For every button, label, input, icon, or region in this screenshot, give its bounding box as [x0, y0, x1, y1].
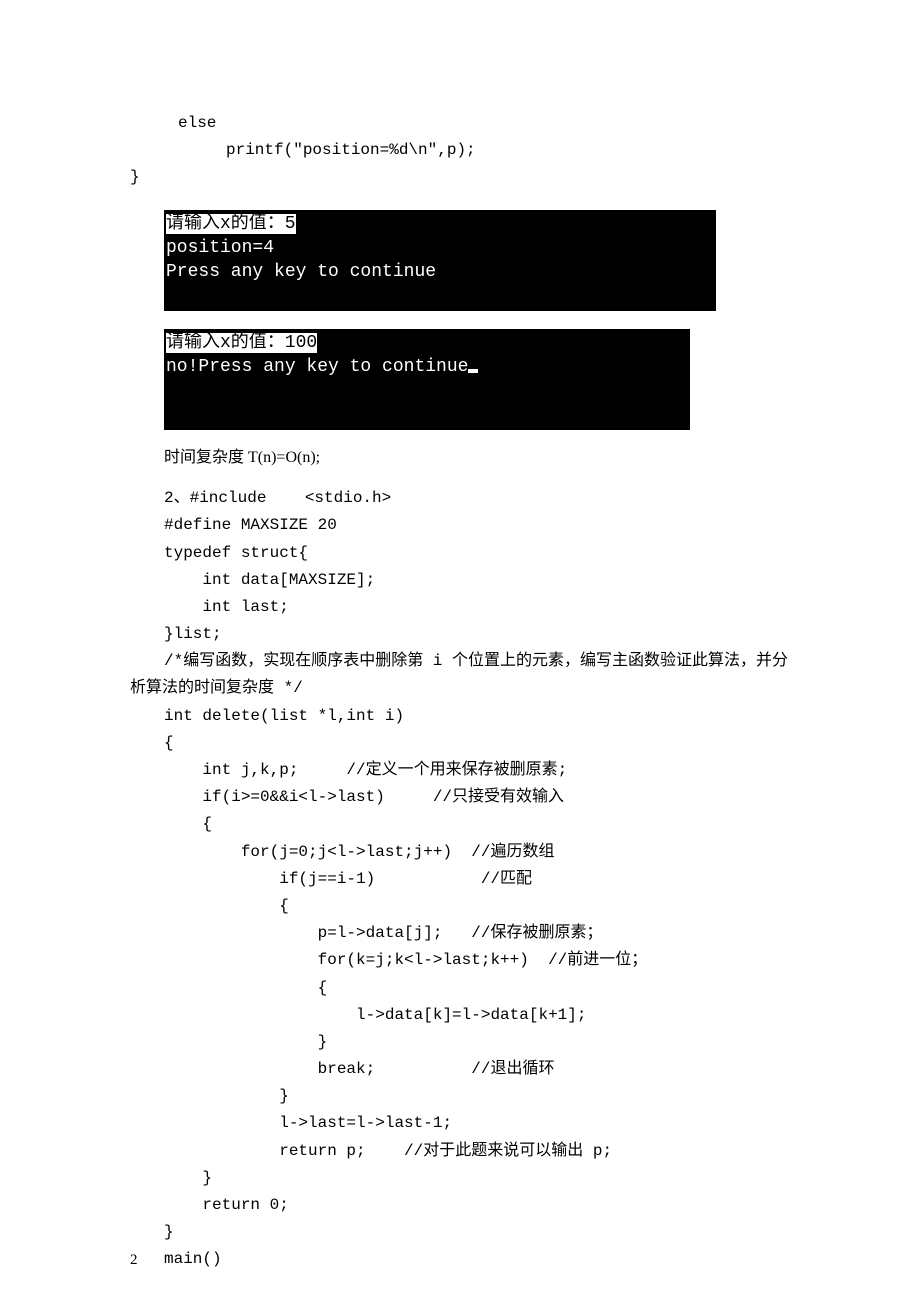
code-line: l->data[k]=l->data[k+1];	[130, 1002, 820, 1029]
terminal-highlight: 请输入x的值：100	[166, 333, 317, 353]
comment-line: /*编写函数，实现在顺序表中删除第 i 个位置上的元素，编写主函数验证此算法，并…	[130, 648, 820, 675]
code-line: return p; //对于此题来说可以输出 p;	[130, 1138, 820, 1165]
code-line: printf("position=%d\n",p);	[130, 137, 820, 164]
document-page: else printf("position=%d\n",p); } 请输入x的值…	[0, 0, 920, 1314]
code-line: {	[130, 730, 820, 757]
code-line: }	[130, 1083, 820, 1110]
code-line: for(j=0;j<l->last;j++) //遍历数组	[130, 839, 820, 866]
code-line: 2、#include <stdio.h>	[130, 485, 820, 512]
code-line: }	[130, 1219, 820, 1246]
code-line: }list;	[130, 621, 820, 648]
terminal-output-2: 请输入x的值：100 no!Press any key to continue	[164, 329, 690, 430]
code-line: }	[130, 1029, 820, 1056]
code-line: break; //退出循环	[130, 1056, 820, 1083]
cursor-icon	[468, 369, 478, 373]
terminal-line: position=4	[166, 236, 710, 260]
code-line: l->last=l->last-1;	[130, 1110, 820, 1137]
body-text: 时间复杂度 T(n)=O(n);	[130, 444, 820, 471]
code-line: #define MAXSIZE 20	[130, 512, 820, 539]
code-line: {	[130, 811, 820, 838]
terminal-highlight: 请输入x的值：5	[166, 214, 296, 234]
terminal-line: Press any key to continue	[166, 260, 710, 284]
code-line: int last;	[130, 594, 820, 621]
code-line: {	[130, 893, 820, 920]
code-line: typedef struct{	[130, 540, 820, 567]
terminal-output-1: 请输入x的值：5 position=4 Press any key to con…	[164, 210, 716, 311]
code-line: if(j==i-1) //匹配	[130, 866, 820, 893]
code-line: main()	[130, 1246, 820, 1273]
code-line: return 0;	[130, 1192, 820, 1219]
code-line: if(i>=0&&i<l->last) //只接受有效输入	[130, 784, 820, 811]
code-line: }	[130, 1165, 820, 1192]
code-line: int data[MAXSIZE];	[130, 567, 820, 594]
terminal-line: no!Press any key to continue	[166, 357, 468, 377]
page-number: 2	[130, 1248, 138, 1274]
code-line: }	[130, 164, 820, 191]
code-line: int delete(list *l,int i)	[130, 703, 820, 730]
code-line: else	[130, 110, 820, 137]
code-line: p=l->data[j]; //保存被删原素；	[130, 920, 820, 947]
code-line: int j,k,p; //定义一个用来保存被删原素;	[130, 757, 820, 784]
comment-line: 析算法的时间复杂度 */	[130, 675, 820, 702]
code-line: for(k=j;k<l->last;k++) //前进一位；	[130, 947, 820, 974]
code-line: {	[130, 975, 820, 1002]
